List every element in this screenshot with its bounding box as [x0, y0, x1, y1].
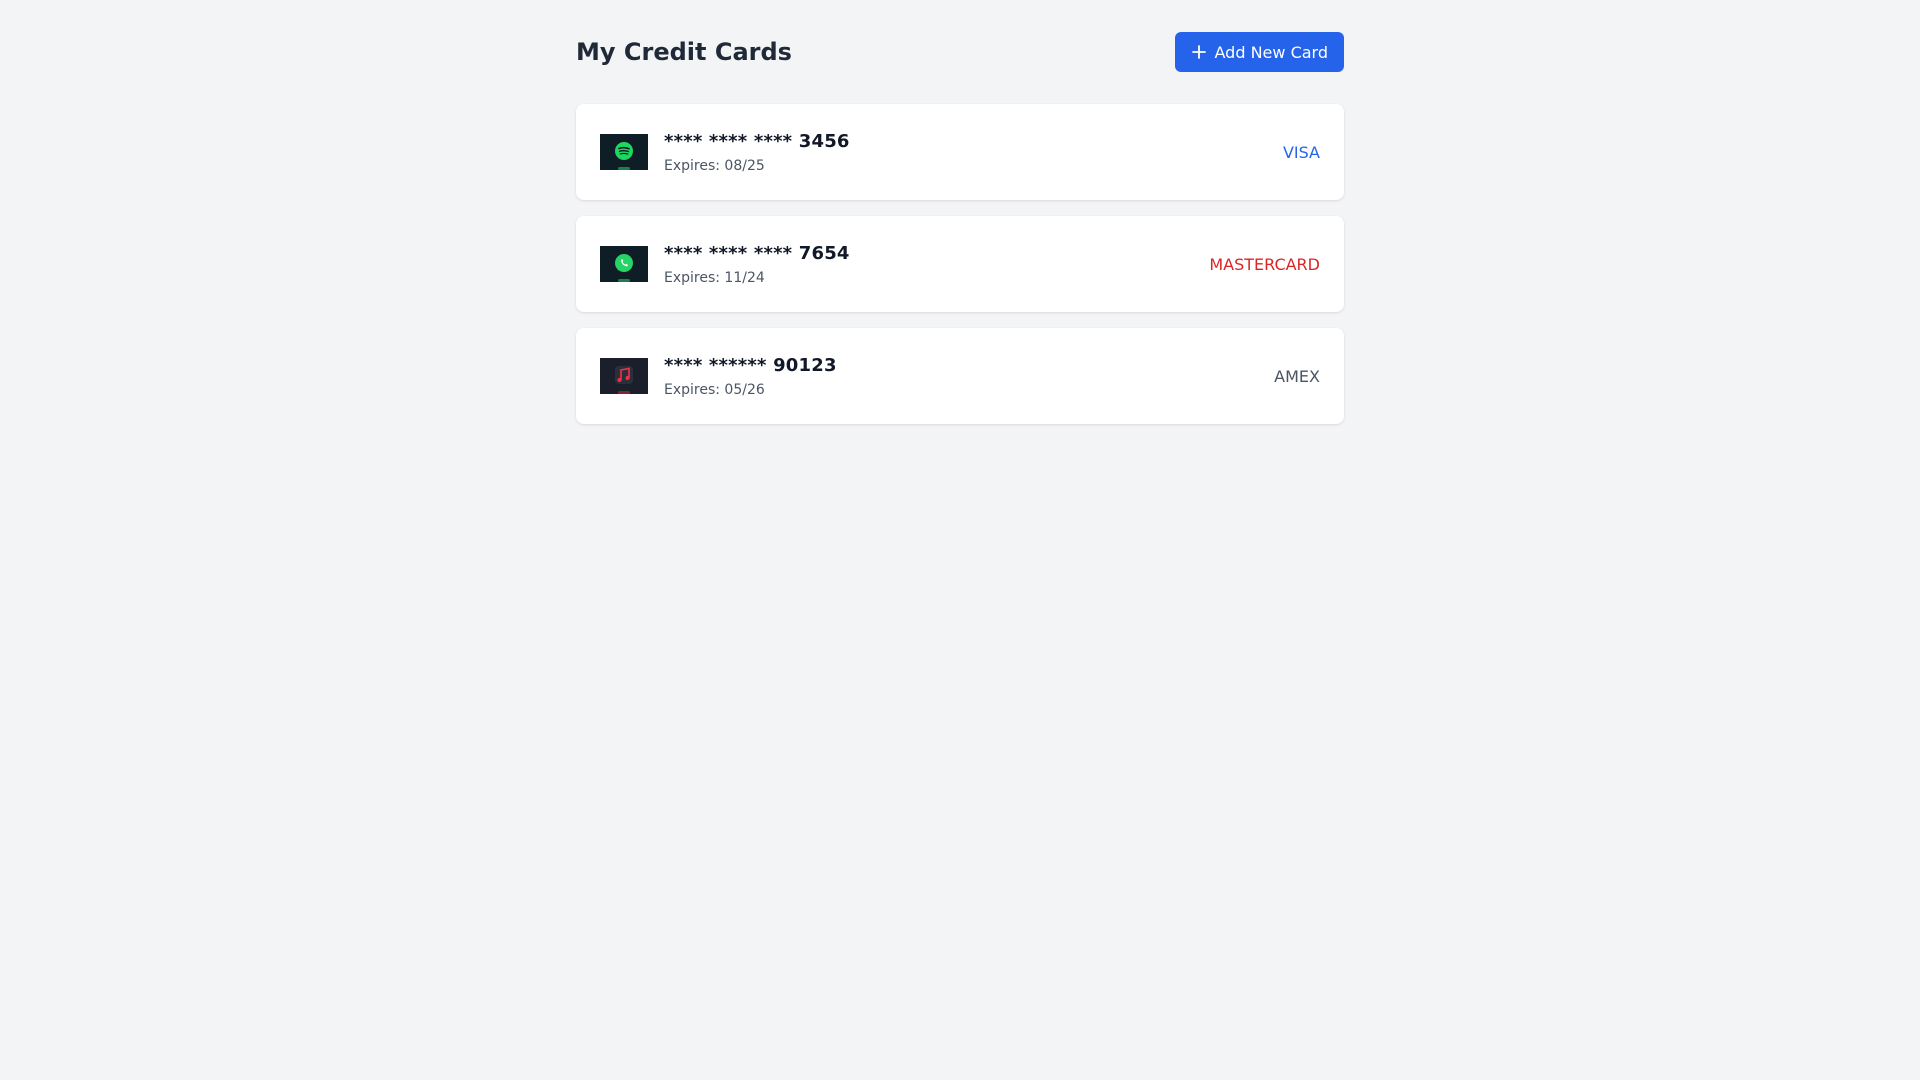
card-brand: AMEX [1274, 366, 1320, 386]
card-expiry: Expires: 11/24 [664, 269, 765, 286]
add-new-card-button[interactable]: Add New Card [1174, 32, 1344, 72]
card-number: **** **** **** 7654 [664, 242, 850, 264]
plus-icon [1191, 44, 1207, 60]
music-note-icon [600, 358, 648, 394]
whatsapp-icon [600, 246, 648, 282]
card-item[interactable]: **** **** **** 3456 Expires: 08/25 VISA [576, 104, 1344, 200]
spotify-icon [600, 134, 648, 170]
card-info: **** **** **** 7654 Expires: 11/24 [664, 243, 850, 286]
card-item[interactable]: **** **** **** 7654 Expires: 11/24 MASTE… [576, 216, 1344, 312]
card-info: **** ****** 90123 Expires: 05/26 [664, 355, 837, 398]
card-number: **** **** **** 3456 [664, 130, 850, 152]
card-list: **** **** **** 3456 Expires: 08/25 VISA … [576, 104, 1344, 424]
add-new-card-label: Add New Card [1214, 42, 1328, 62]
page-title: My Credit Cards [576, 38, 792, 66]
cards-page: My Credit Cards Add New Card **** **** *… [576, 0, 1344, 424]
card-number: **** ****** 90123 [664, 354, 837, 376]
card-expiry: Expires: 08/25 [664, 157, 765, 174]
card-item[interactable]: **** ****** 90123 Expires: 05/26 AMEX [576, 328, 1344, 424]
page-header: My Credit Cards Add New Card [576, 32, 1344, 72]
card-expiry: Expires: 05/26 [664, 381, 765, 398]
card-brand: VISA [1282, 142, 1320, 162]
card-brand: MASTERCARD [1209, 254, 1320, 274]
card-info: **** **** **** 3456 Expires: 08/25 [664, 131, 850, 174]
